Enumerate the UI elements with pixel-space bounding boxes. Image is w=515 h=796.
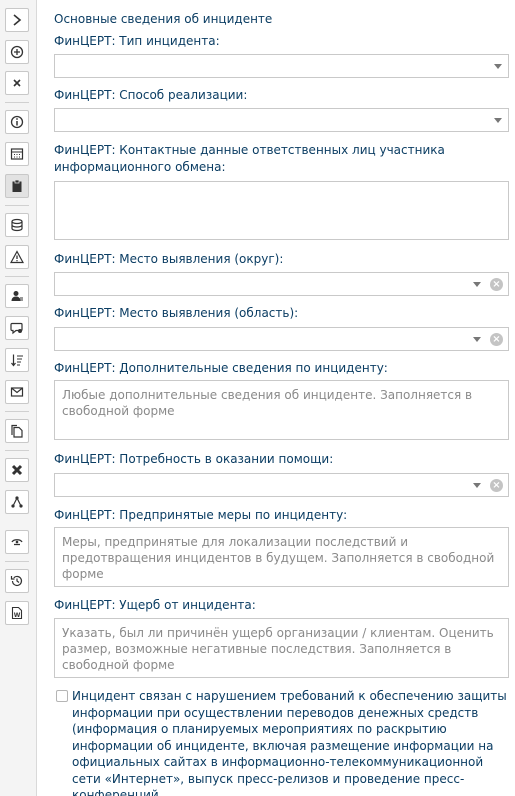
damage-label: ФинЦЕРТ: Ущерб от инцидента:	[54, 598, 256, 612]
clear-icon[interactable]: ×	[490, 278, 503, 291]
chevron-down-icon	[494, 118, 502, 123]
network-icon[interactable]	[5, 490, 29, 514]
clear-icon[interactable]: ×	[490, 479, 503, 492]
measures-textarea[interactable]: Меры, предпринятые для локализации после…	[54, 527, 509, 587]
sort-icon[interactable]	[5, 348, 29, 372]
warning-icon[interactable]	[5, 245, 29, 269]
word-document-icon[interactable]: W	[5, 601, 29, 625]
additional-info-label: ФинЦЕРТ: Дополнительные сведения по инци…	[54, 361, 388, 375]
link-icon[interactable]	[5, 530, 29, 554]
location-region-select[interactable]: ×	[54, 327, 509, 351]
damage-textarea[interactable]: Указать, был ли причинён ущерб организац…	[54, 618, 509, 678]
add-icon[interactable]	[5, 40, 29, 64]
section-title: Основные сведения об инциденте	[54, 12, 273, 26]
copy-icon[interactable]	[5, 419, 29, 443]
info-icon[interactable]	[5, 110, 29, 134]
incident-type-select[interactable]	[54, 54, 509, 78]
contacts-textarea[interactable]	[54, 181, 509, 240]
database-icon[interactable]	[5, 213, 29, 237]
left-toolbar: W	[0, 0, 37, 796]
location-region-label: ФинЦЕРТ: Место выявления (область):	[54, 306, 299, 320]
svg-text:W: W	[14, 612, 21, 619]
contacts-label: ФинЦЕРТ: Контактные данные ответственных…	[54, 143, 445, 174]
implementation-method-select[interactable]	[54, 108, 509, 132]
help-needed-label: ФинЦЕРТ: Потребность в оказании помощи:	[54, 452, 334, 466]
incident-type-label: ФинЦЕРТ: Тип инцидента:	[54, 34, 220, 48]
violation-checkbox[interactable]	[56, 690, 68, 702]
measures-placeholder: Меры, предпринятые для локализации после…	[62, 535, 495, 581]
history-icon[interactable]	[5, 569, 29, 593]
violation-checkbox-label[interactable]: Инцидент связан с нарушением требований …	[72, 688, 510, 796]
chevron-down-icon	[473, 337, 481, 342]
clear-icon[interactable]: ×	[490, 333, 503, 346]
measures-label: ФинЦЕРТ: Предпринятые меры по инциденту:	[54, 508, 348, 522]
chevron-down-icon	[473, 483, 481, 488]
chevron-down-icon	[494, 64, 502, 69]
location-district-select[interactable]: ×	[54, 272, 509, 296]
expand-icon[interactable]	[5, 8, 29, 32]
clipboard-icon[interactable]	[5, 174, 29, 198]
calendar-grid-icon[interactable]	[5, 142, 29, 166]
additional-info-placeholder: Любые дополнительные сведения об инциден…	[62, 388, 473, 418]
implementation-method-label: ФинЦЕРТ: Способ реализации:	[54, 88, 248, 102]
additional-info-textarea[interactable]: Любые дополнительные сведения об инциден…	[54, 380, 509, 440]
comment-search-icon[interactable]	[5, 316, 29, 340]
chevron-down-icon	[473, 282, 481, 287]
close-icon[interactable]	[5, 71, 29, 95]
damage-placeholder: Указать, был ли причинён ущерб организац…	[62, 626, 494, 672]
help-needed-select[interactable]: ×	[54, 473, 509, 497]
user-card-icon[interactable]	[5, 284, 29, 308]
location-district-label: ФинЦЕРТ: Место выявления (округ):	[54, 252, 284, 266]
puzzle-icon[interactable]	[5, 458, 29, 482]
mail-icon[interactable]	[5, 380, 29, 404]
